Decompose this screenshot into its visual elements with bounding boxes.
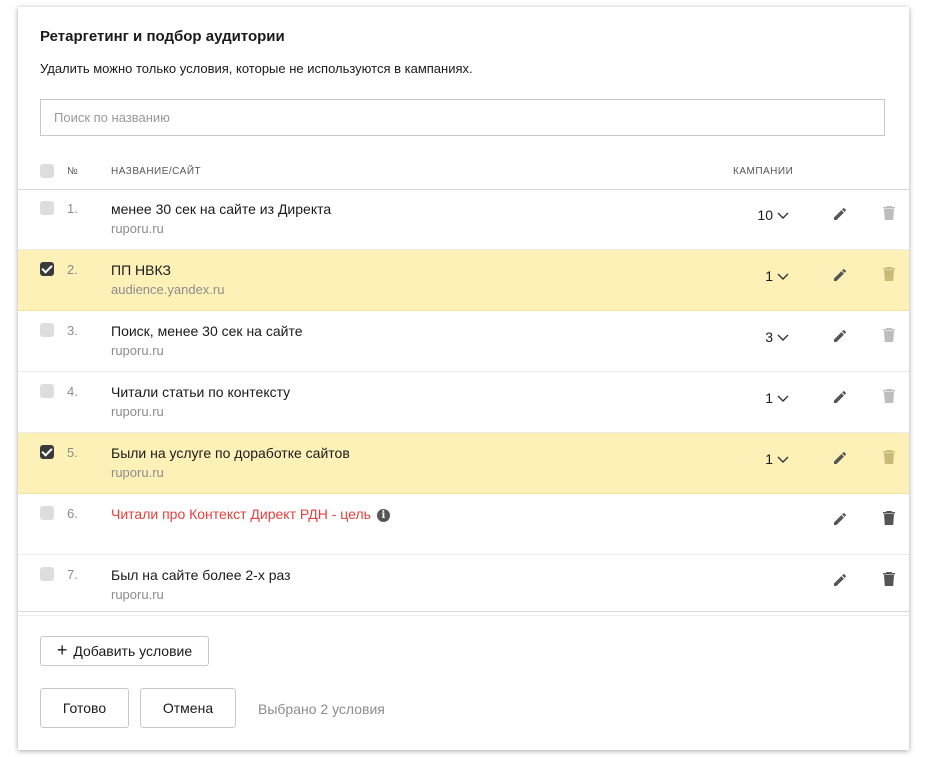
row-checkbox[interactable]: [40, 567, 54, 581]
condition-site: audience.yandex.ru: [111, 282, 225, 297]
conditions-list: 1. менее 30 сек на сайте из Директа rupo…: [18, 189, 909, 616]
row-number: 1.: [67, 201, 78, 216]
condition-name[interactable]: Были на услуге по доработке сайтов: [111, 445, 350, 461]
row-checkbox[interactable]: [40, 262, 54, 276]
pencil-icon[interactable]: [831, 325, 851, 345]
campaigns-dropdown[interactable]: 3: [765, 329, 789, 345]
condition-name-text: Поиск, менее 30 сек на сайте: [111, 323, 303, 339]
condition-site: ruporu.ru: [111, 343, 164, 358]
row-number: 5.: [67, 445, 78, 460]
table-bottom-divider: [18, 611, 909, 612]
condition-name-text: менее 30 сек на сайте из Директа: [111, 201, 332, 217]
campaigns-count: 3: [765, 329, 773, 345]
pencil-icon[interactable]: [831, 569, 851, 589]
row-checkbox[interactable]: [40, 323, 54, 337]
pencil-icon[interactable]: [831, 264, 851, 284]
plus-icon: +: [56, 640, 68, 660]
chevron-down-icon: [777, 451, 789, 467]
condition-name-text: Был на сайте более 2-х раз: [111, 567, 291, 583]
header-name: Название/сайт: [111, 166, 202, 177]
condition-name-text: ПП НВКЗ: [111, 262, 171, 278]
add-condition-label: Добавить условие: [73, 643, 193, 659]
done-button[interactable]: Готово: [40, 688, 129, 728]
row-number: 3.: [67, 323, 78, 338]
chevron-down-icon: [777, 207, 789, 223]
table-row[interactable]: 4. Читали статьи по контексту ruporu.ru …: [18, 372, 909, 433]
trash-icon: [879, 447, 899, 467]
pencil-icon[interactable]: [831, 203, 851, 223]
trash-icon[interactable]: [879, 508, 899, 528]
table-row[interactable]: 5. Были на услуге по доработке сайтов ru…: [18, 433, 909, 494]
trash-icon[interactable]: [879, 569, 899, 589]
campaigns-count: 1: [765, 268, 773, 284]
campaigns-dropdown[interactable]: 10: [757, 207, 789, 223]
trash-icon: [879, 325, 899, 345]
condition-site: ruporu.ru: [111, 221, 164, 236]
trash-icon: [879, 203, 899, 223]
row-number: 4.: [67, 384, 78, 399]
cancel-button[interactable]: Отмена: [140, 688, 236, 728]
condition-name[interactable]: Читали статьи по контексту: [111, 384, 290, 400]
header-campaigns: Кампании: [733, 166, 794, 177]
condition-name[interactable]: Поиск, менее 30 сек на сайте: [111, 323, 303, 339]
campaigns-dropdown[interactable]: 1: [765, 268, 789, 284]
info-icon[interactable]: i: [376, 509, 390, 522]
table-row[interactable]: 7. Был на сайте более 2-х раз ruporu.ru: [18, 555, 909, 616]
pencil-icon[interactable]: [831, 447, 851, 467]
header-number: №: [67, 166, 79, 177]
campaigns-count: 1: [765, 390, 773, 406]
condition-name[interactable]: менее 30 сек на сайте из Директа: [111, 201, 331, 217]
select-all-checkbox[interactable]: [40, 164, 54, 178]
chevron-down-icon: [777, 329, 789, 345]
campaigns-count: 1: [765, 451, 773, 467]
campaigns-count: 10: [757, 207, 773, 223]
campaigns-dropdown[interactable]: 1: [765, 390, 789, 406]
condition-site: ruporu.ru: [111, 587, 164, 602]
add-condition-button[interactable]: + Добавить условие: [40, 636, 209, 666]
row-number: 7.: [67, 567, 78, 582]
row-checkbox[interactable]: [40, 445, 54, 459]
dialog-subtitle: Удалить можно только условия, которые не…: [40, 61, 473, 76]
retargeting-dialog: Ретаргетинг и подбор аудитории Удалить м…: [18, 7, 909, 750]
selected-count-text: Выбрано 2 условия: [258, 701, 385, 717]
row-number: 2.: [67, 262, 78, 277]
condition-name[interactable]: Был на сайте более 2-х раз: [111, 567, 291, 583]
chevron-down-icon: [777, 390, 789, 406]
table-row[interactable]: 1. менее 30 сек на сайте из Директа rupo…: [18, 189, 909, 250]
condition-name-text: Читали про Контекст Директ РДН - цель: [111, 506, 371, 522]
table-row[interactable]: 2. ПП НВКЗ audience.yandex.ru 1: [18, 250, 909, 311]
trash-icon: [879, 264, 899, 284]
condition-site: ruporu.ru: [111, 404, 164, 419]
campaigns-dropdown[interactable]: 1: [765, 451, 789, 467]
condition-name[interactable]: Читали про Контекст Директ РДН - цель i: [111, 506, 390, 522]
pencil-icon[interactable]: [831, 508, 851, 528]
condition-site: ruporu.ru: [111, 465, 164, 480]
condition-name[interactable]: ПП НВКЗ: [111, 262, 171, 278]
row-number: 6.: [67, 506, 78, 521]
row-checkbox[interactable]: [40, 201, 54, 215]
condition-name-text: Были на услуге по доработке сайтов: [111, 445, 350, 461]
table-header: № Название/сайт Кампании: [18, 157, 909, 190]
trash-icon: [879, 386, 899, 406]
row-checkbox[interactable]: [40, 384, 54, 398]
dialog-title: Ретаргетинг и подбор аудитории: [40, 28, 285, 45]
condition-name-text: Читали статьи по контексту: [111, 384, 291, 400]
search-input[interactable]: [40, 99, 885, 136]
row-checkbox[interactable]: [40, 506, 54, 520]
pencil-icon[interactable]: [831, 386, 851, 406]
table-row[interactable]: 6. Читали про Контекст Директ РДН - цель…: [18, 494, 909, 555]
table-row[interactable]: 3. Поиск, менее 30 сек на сайте ruporu.r…: [18, 311, 909, 372]
chevron-down-icon: [777, 268, 789, 284]
